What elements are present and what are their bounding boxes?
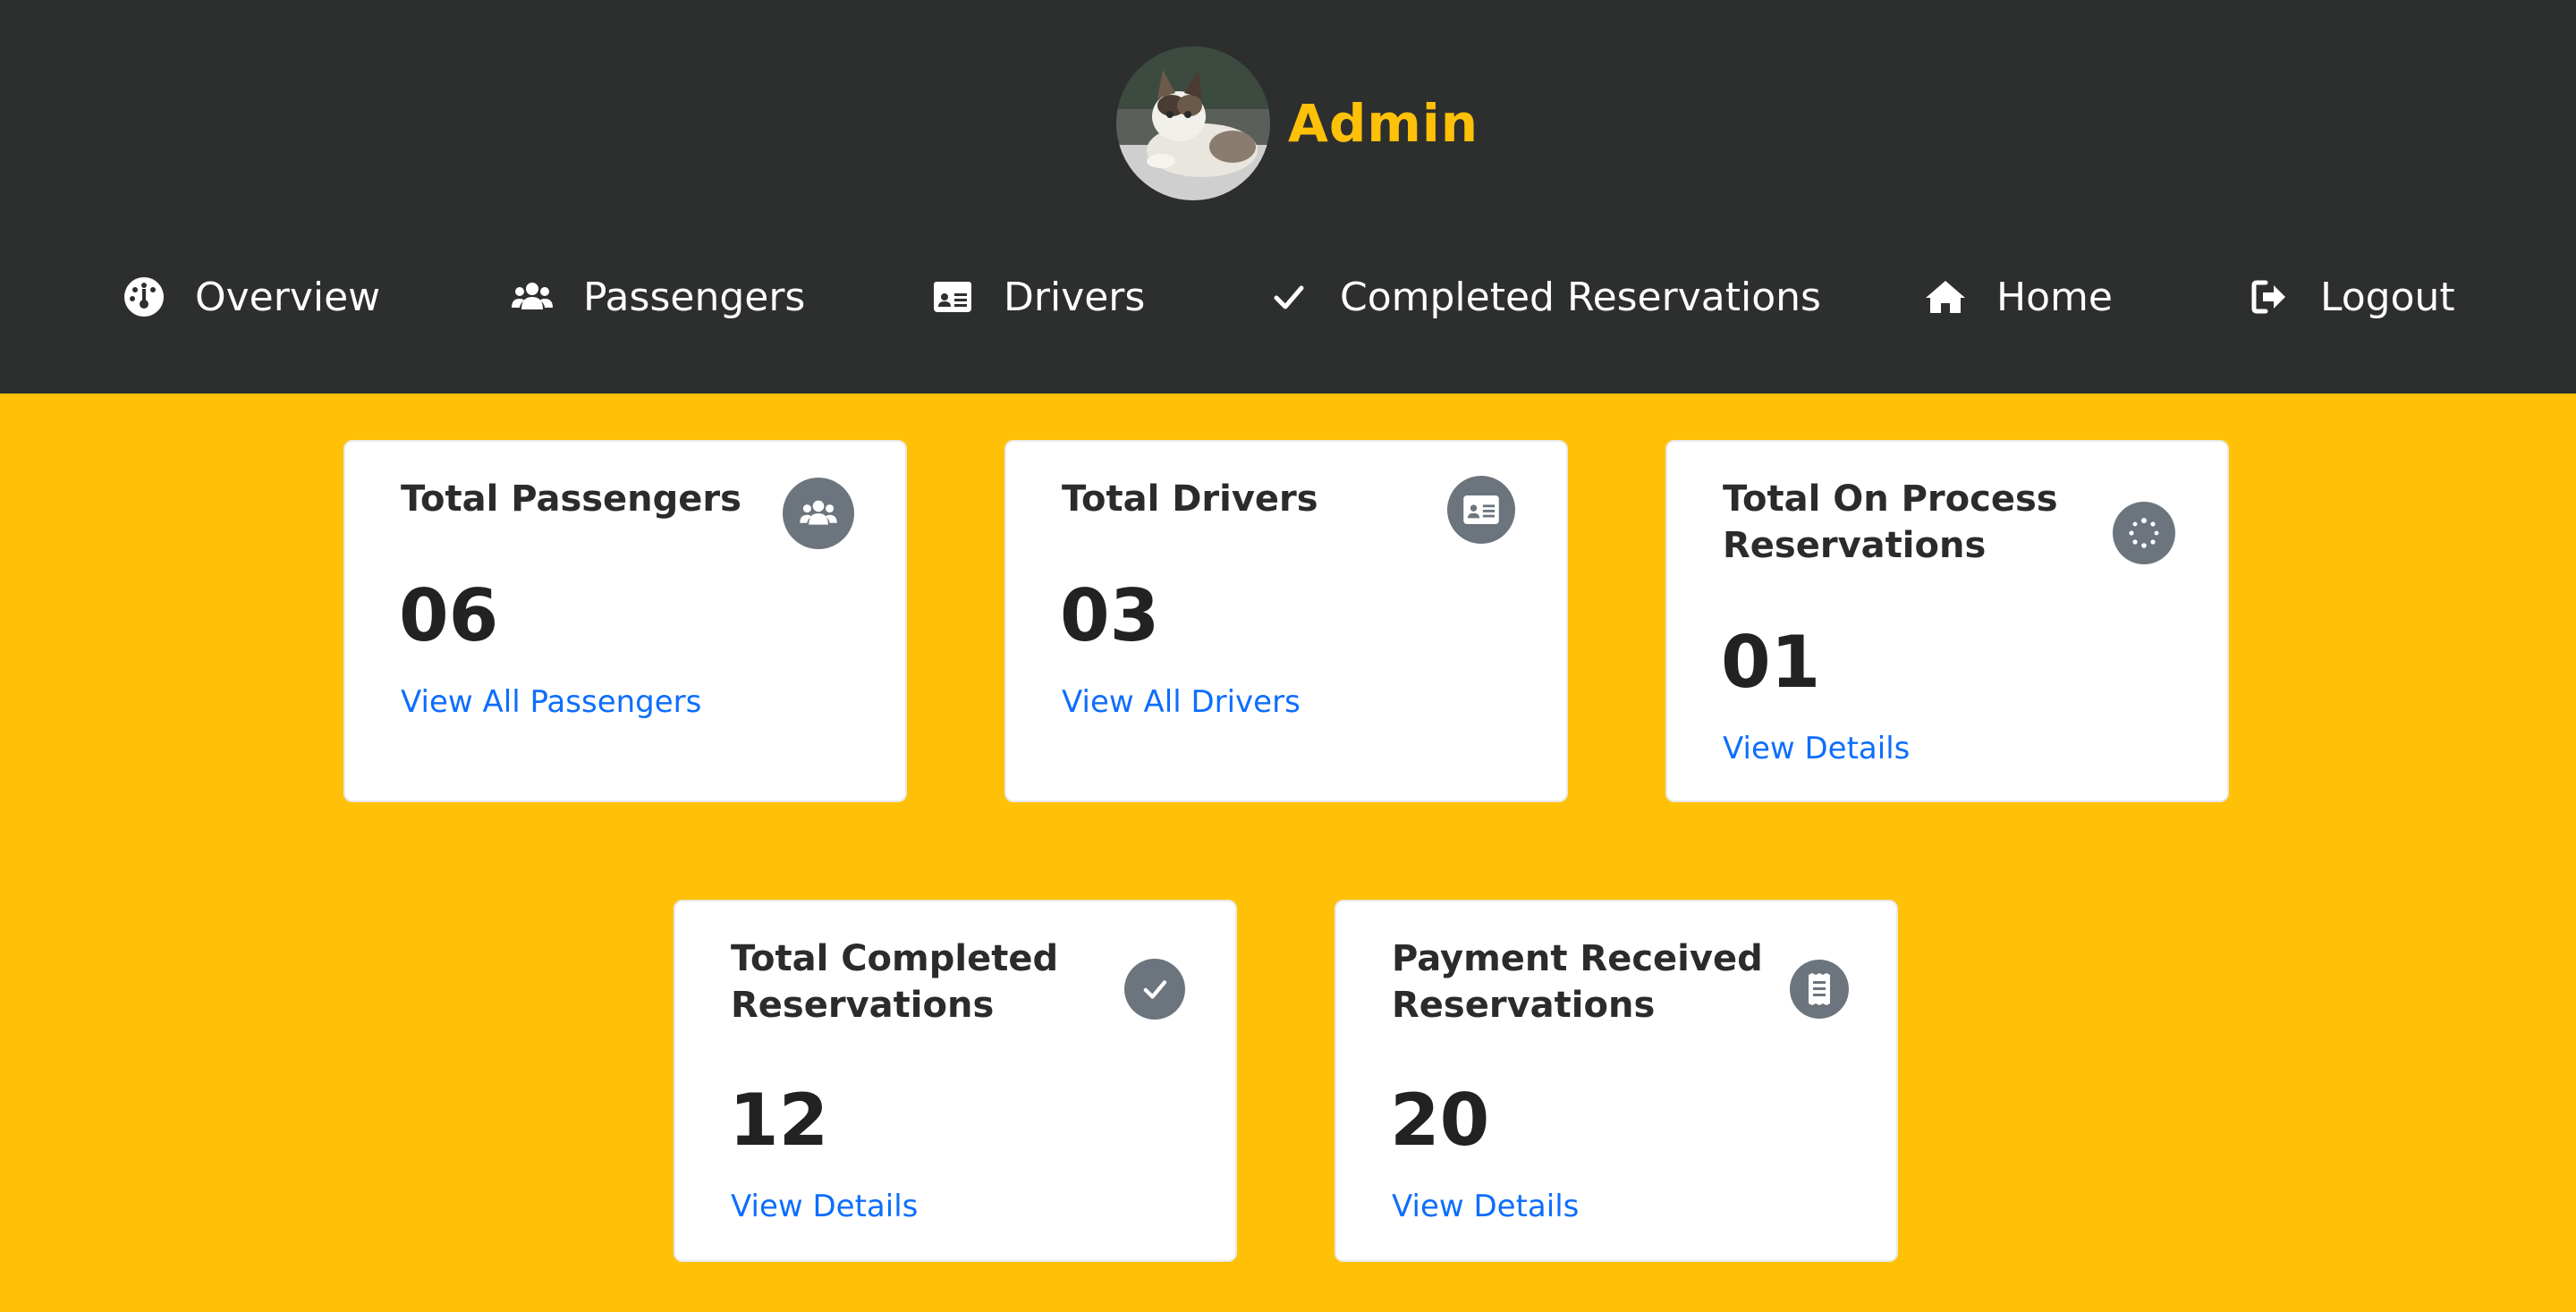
main-nav: Overview Passengers Drivers Completed Re… <box>0 261 2576 333</box>
home-icon <box>1925 276 1966 317</box>
admin-profile: Admin <box>1116 47 1479 200</box>
users-icon <box>783 478 854 549</box>
check-icon <box>1268 276 1309 317</box>
id-card-icon <box>1447 476 1515 544</box>
logout-icon <box>2249 276 2290 317</box>
card-total-passengers: Total Passengers 06 View All Passengers <box>343 440 907 802</box>
users-icon <box>512 276 553 317</box>
card-title: Payment Received Reservations <box>1392 938 1763 1026</box>
nav-item-logout[interactable]: Logout <box>2249 261 2455 333</box>
card-value: 06 <box>399 574 499 657</box>
card-total-on-process-reservations: Total On Process Reservations 01 View De… <box>1665 440 2229 802</box>
card-payment-received-reservations: Payment Received Reservations 20 View De… <box>1335 900 1898 1262</box>
dashboard-main: Total Passengers 06 View All Passengers … <box>0 394 2576 1312</box>
card-title: Total Drivers <box>1062 478 1318 520</box>
nav-label: Drivers <box>1004 274 1146 320</box>
nav-item-completed-reservations[interactable]: Completed Reservations <box>1268 261 1821 333</box>
card-value: 03 <box>1060 574 1160 657</box>
card-title: Total Completed Reservations <box>731 938 1059 1026</box>
nav-label: Completed Reservations <box>1340 274 1821 320</box>
card-title: Total Passengers <box>401 478 741 520</box>
dashboard-gauge-icon <box>123 276 165 317</box>
spinner-icon <box>2113 502 2175 564</box>
nav-item-overview[interactable]: Overview <box>123 261 380 333</box>
nav-item-home[interactable]: Home <box>1925 261 2113 333</box>
view-all-passengers-link[interactable]: View All Passengers <box>401 684 701 720</box>
admin-name: Admin <box>1288 93 1479 154</box>
view-details-link[interactable]: View Details <box>1392 1189 1579 1224</box>
check-icon <box>1124 959 1185 1020</box>
receipt-icon <box>1790 960 1849 1019</box>
avatar <box>1116 47 1270 200</box>
nav-item-drivers[interactable]: Drivers <box>932 261 1145 333</box>
nav-label: Logout <box>2320 274 2455 320</box>
view-details-link[interactable]: View Details <box>731 1189 918 1224</box>
card-total-completed-reservations: Total Completed Reservations 12 View Det… <box>674 900 1237 1262</box>
card-value: 20 <box>1390 1079 1490 1162</box>
nav-item-passengers[interactable]: Passengers <box>512 261 805 333</box>
card-title: Total On Process Reservations <box>1723 478 2058 566</box>
nav-label: Passengers <box>583 274 806 320</box>
card-value: 01 <box>1721 621 1821 704</box>
card-total-drivers: Total Drivers 03 View All Drivers <box>1004 440 1568 802</box>
id-card-icon <box>932 276 973 317</box>
top-header: Admin Overview Passengers Drivers Comple… <box>0 0 2576 394</box>
view-all-drivers-link[interactable]: View All Drivers <box>1062 684 1301 720</box>
nav-label: Overview <box>195 274 381 320</box>
nav-label: Home <box>1996 274 2113 320</box>
view-details-link[interactable]: View Details <box>1723 731 1910 766</box>
card-value: 12 <box>729 1079 829 1162</box>
